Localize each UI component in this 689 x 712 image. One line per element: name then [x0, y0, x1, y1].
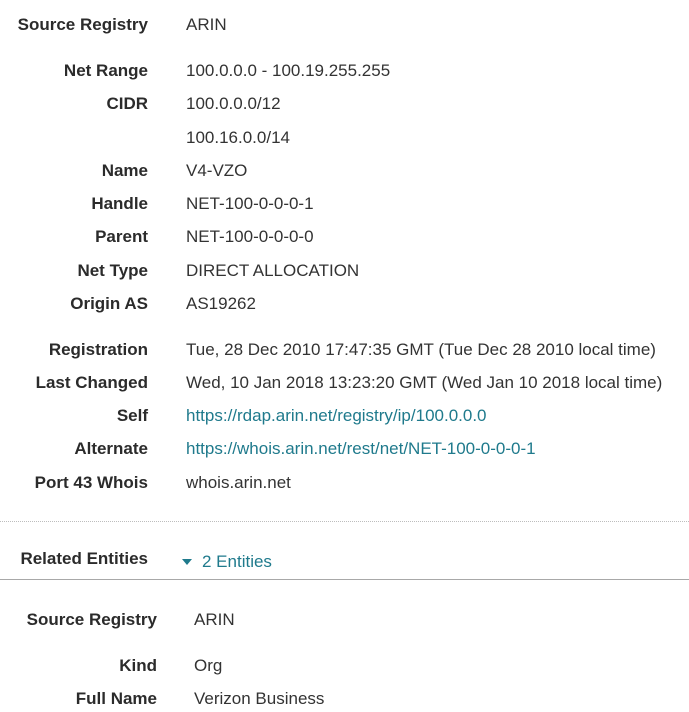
- row-net-type: Net Type DIRECT ALLOCATION: [0, 258, 689, 284]
- row-net-range: Net Range 100.0.0.0 - 100.19.255.255: [0, 58, 689, 84]
- row-origin-as: Origin AS AS19262: [0, 291, 689, 317]
- row-port43: Port 43 Whois whois.arin.net: [0, 470, 689, 496]
- label-entity-kind: Kind: [119, 656, 157, 675]
- label-self: Self: [116, 406, 148, 425]
- alternate-link[interactable]: https://whois.arin.net/rest/net/NET-100-…: [186, 439, 536, 458]
- value-net-range: 100.0.0.0 - 100.19.255.255: [186, 61, 391, 80]
- label-entity-full-name: Full Name: [75, 689, 157, 708]
- label-alternate: Alternate: [74, 439, 148, 458]
- caret-down-icon: [182, 558, 192, 565]
- row-self: Self https://rdap.arin.net/registry/ip/1…: [0, 403, 689, 429]
- row-entity-full-name: Full Name Verizon Business: [0, 686, 689, 712]
- row-cidr-2: 100.16.0.0/14: [0, 125, 689, 151]
- value-parent: NET-100-0-0-0-0: [186, 227, 314, 246]
- label-net-type: Net Type: [77, 261, 148, 280]
- row-cidr: CIDR 100.0.0.0/12: [0, 91, 689, 117]
- value-source-registry: ARIN: [186, 15, 227, 34]
- label-last-changed: Last Changed: [35, 373, 148, 392]
- value-net-type: DIRECT ALLOCATION: [186, 261, 360, 280]
- value-name: V4-VZO: [186, 161, 248, 180]
- related-entities-toggle[interactable]: 2 Entities: [182, 549, 272, 575]
- value-origin-as: AS19262: [186, 294, 256, 313]
- value-handle: NET-100-0-0-0-1: [186, 194, 314, 213]
- value-cidr-2: 100.16.0.0/14: [186, 128, 290, 147]
- entities-divider: [0, 579, 689, 580]
- value-port43: whois.arin.net: [186, 473, 291, 492]
- value-entity-full-name: Verizon Business: [194, 689, 325, 708]
- section-divider: [0, 521, 689, 522]
- label-entity-source-registry: Source Registry: [26, 610, 157, 629]
- label-registration: Registration: [48, 340, 148, 359]
- label-related-entities: Related Entities: [20, 549, 148, 568]
- row-handle: Handle NET-100-0-0-0-1: [0, 191, 689, 217]
- label-port43: Port 43 Whois: [34, 473, 148, 492]
- value-entity-kind: Org: [194, 656, 223, 675]
- value-registration: Tue, 28 Dec 2010 17:47:35 GMT (Tue Dec 2…: [186, 340, 656, 359]
- row-name: Name V4-VZO: [0, 158, 689, 184]
- value-last-changed: Wed, 10 Jan 2018 13:23:20 GMT (Wed Jan 1…: [186, 373, 663, 392]
- value-cidr-1: 100.0.0.0/12: [186, 94, 281, 113]
- label-parent: Parent: [95, 227, 148, 246]
- label-name: Name: [101, 161, 148, 180]
- label-cidr: CIDR: [106, 94, 148, 113]
- label-origin-as: Origin AS: [70, 294, 148, 313]
- row-last-changed: Last Changed Wed, 10 Jan 2018 13:23:20 G…: [0, 370, 689, 396]
- label-net-range: Net Range: [63, 61, 148, 80]
- label-source-registry: Source Registry: [17, 15, 148, 34]
- row-parent: Parent NET-100-0-0-0-0: [0, 224, 689, 250]
- self-link[interactable]: https://rdap.arin.net/registry/ip/100.0.…: [186, 406, 487, 425]
- label-handle: Handle: [91, 194, 148, 213]
- value-entity-source-registry: ARIN: [194, 610, 235, 629]
- row-registration: Registration Tue, 28 Dec 2010 17:47:35 G…: [0, 337, 689, 363]
- row-source-registry: Source Registry ARIN: [0, 12, 689, 38]
- row-entity-source-registry: Source Registry ARIN: [0, 607, 689, 633]
- related-entities-count: 2 Entities: [202, 552, 272, 571]
- row-related-entities: Related Entities: [0, 546, 689, 572]
- row-alternate: Alternate https://whois.arin.net/rest/ne…: [0, 436, 689, 462]
- row-entity-kind: Kind Org: [0, 653, 689, 679]
